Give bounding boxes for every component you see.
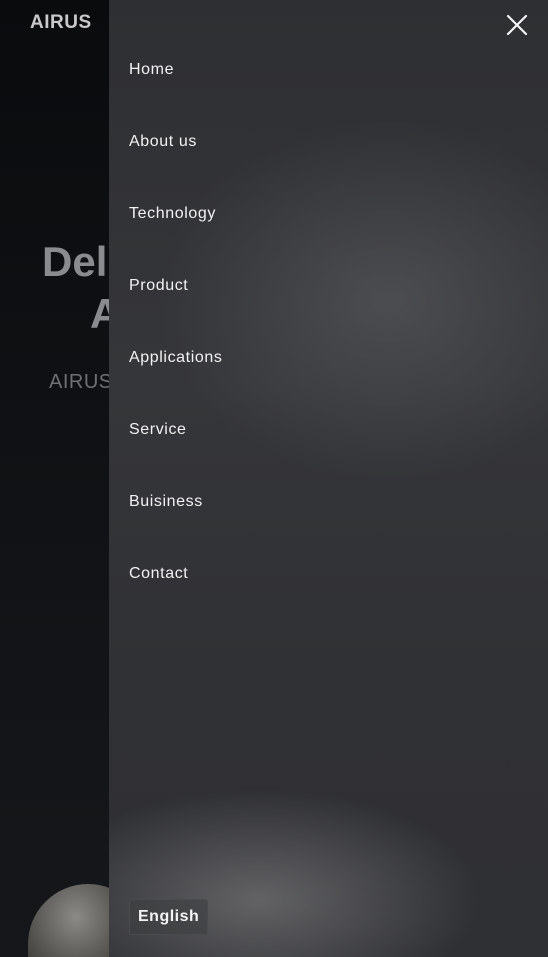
menu-item-contact[interactable]: Contact: [129, 560, 222, 632]
menu-item-applications[interactable]: Applications: [129, 344, 222, 416]
close-button[interactable]: [503, 11, 531, 39]
menu-item-label: About us: [129, 133, 197, 150]
menu-item-technology[interactable]: Technology: [129, 200, 222, 272]
menu-item-business[interactable]: Buisiness: [129, 488, 222, 560]
menu-item-label: Contact: [129, 565, 189, 582]
hero-subtitle: AIRUS: [49, 371, 113, 393]
menu-item-about-us[interactable]: About us: [129, 128, 222, 200]
menu-item-label: Home: [129, 61, 175, 78]
menu-item-label: Buisiness: [129, 493, 203, 510]
close-icon: [506, 14, 528, 36]
menu-item-home[interactable]: Home: [129, 56, 222, 128]
menu-item-label: Applications: [129, 349, 223, 366]
drawer-menu: Home About us Technology Product Applica…: [129, 56, 222, 632]
menu-item-label: Service: [129, 421, 187, 438]
hero-title-line-1: Del: [42, 238, 108, 285]
menu-item-service[interactable]: Service: [129, 416, 222, 488]
language-button[interactable]: English: [129, 899, 209, 935]
menu-item-product[interactable]: Product: [129, 272, 222, 344]
brand-logo[interactable]: AIRUS: [30, 12, 92, 34]
menu-item-label: Product: [129, 277, 189, 294]
menu-item-label: Technology: [129, 205, 216, 222]
page: AIRUS Del A AIRUS Home About us Technolog…: [0, 0, 548, 957]
